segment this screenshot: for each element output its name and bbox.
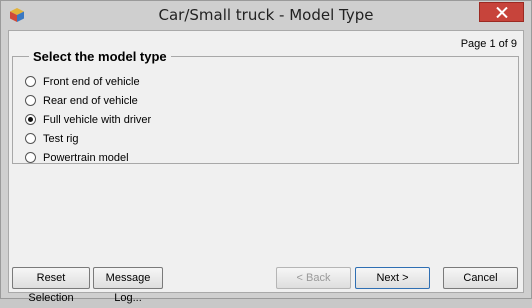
radio-button[interactable] [25,133,36,144]
radio-button-selected[interactable] [25,114,36,125]
radio-button[interactable] [25,76,36,87]
close-icon [496,7,508,18]
option-front-end[interactable]: Front end of vehicle [25,72,151,91]
title-bar[interactable]: Car/Small truck - Model Type [1,1,531,30]
dialog-client-area: Page 1 of 9 Front end of vehicle Rear en… [8,30,524,304]
option-label: Powertrain model [43,151,129,164]
model-type-groupbox: Front end of vehicle Rear end of vehicle… [12,56,519,164]
page-indicator: Page 1 of 9 [460,38,517,50]
option-label: Front end of vehicle [43,75,140,88]
option-powertrain[interactable]: Powertrain model [25,148,151,167]
model-type-options: Front end of vehicle Rear end of vehicle… [25,72,151,167]
reset-selection-button[interactable]: Reset Selection [12,267,90,304]
dialog-window: Car/Small truck - Model Type Page 1 of 9… [0,0,532,304]
option-label: Full vehicle with driver [43,113,152,126]
next-button[interactable]: Next > [355,267,430,289]
radio-button[interactable] [25,95,36,106]
option-rear-end[interactable]: Rear end of vehicle [25,91,151,110]
message-log-button[interactable]: Message Log... [93,267,163,304]
groupbox-title: Select the model type [29,49,171,64]
radio-button[interactable] [25,152,36,163]
close-button[interactable] [479,2,524,22]
option-full-vehicle[interactable]: Full vehicle with driver [25,110,151,129]
option-label: Rear end of vehicle [43,94,138,107]
option-test-rig[interactable]: Test rig [25,129,151,148]
window-title: Car/Small truck - Model Type [158,6,374,24]
option-label: Test rig [43,132,79,145]
cancel-button[interactable]: Cancel [443,267,518,289]
back-button[interactable]: < Back [276,267,351,289]
